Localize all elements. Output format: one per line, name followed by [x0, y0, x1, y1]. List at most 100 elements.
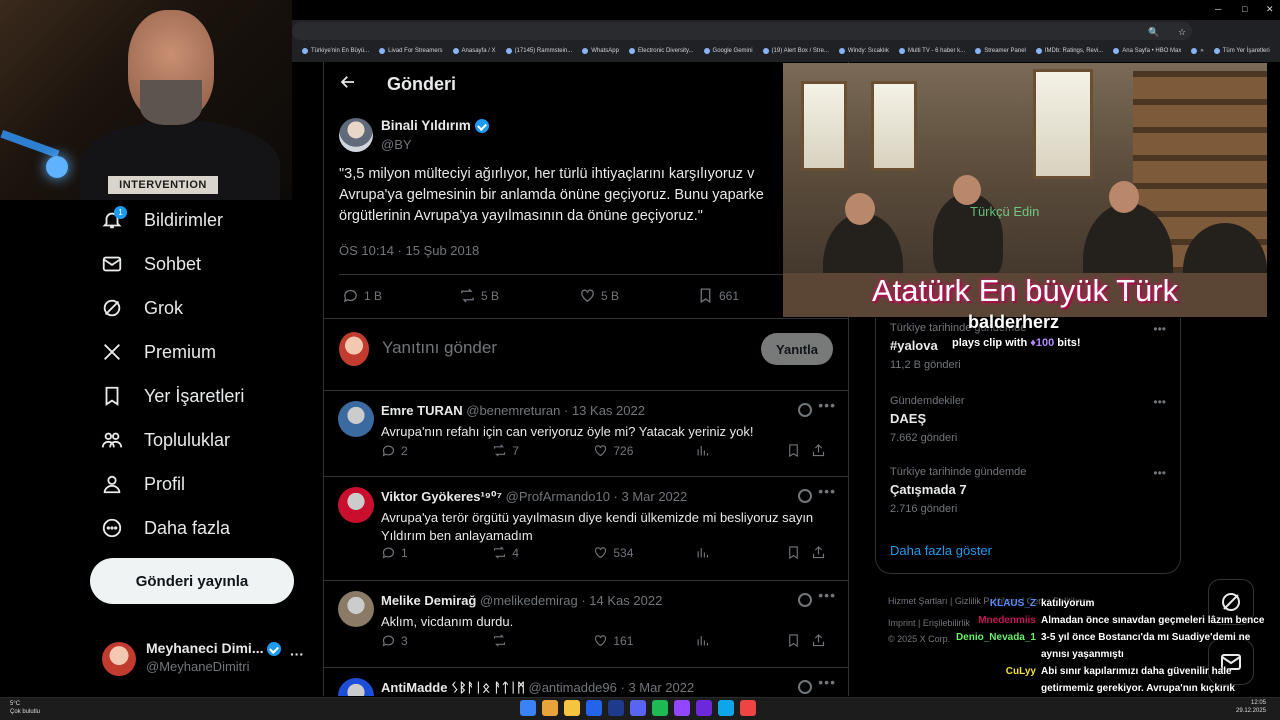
- bookmark-action[interactable]: [786, 633, 810, 648]
- reply-author-name[interactable]: Melike Demirağ: [381, 593, 476, 608]
- zoom-icon[interactable]: 🔍: [1148, 27, 1159, 38]
- reply-date[interactable]: 3 Mar 2022: [628, 680, 694, 695]
- trend-item[interactable]: Türkiye tarihinde gündemde Çatışmada 7 2.7…: [890, 466, 1170, 515]
- views-action[interactable]: [695, 545, 785, 560]
- reply-action[interactable]: 2: [381, 443, 491, 458]
- tweet-timestamp[interactable]: ÖS 10:14 · 15 Şub 2018: [339, 243, 479, 258]
- sidebar-item-daha-fazla[interactable]: Daha fazla: [100, 508, 230, 548]
- bookmark-item[interactable]: Anasayfa / X: [452, 48, 496, 54]
- chrome-icon[interactable]: [542, 700, 558, 716]
- chat-username[interactable]: CuLyy: [1006, 663, 1036, 680]
- reply-avatar[interactable]: [338, 591, 374, 627]
- bookmark-action[interactable]: [786, 443, 810, 458]
- share-action[interactable]: [811, 443, 831, 458]
- bookmark-item[interactable]: Streamer Panel: [975, 48, 1026, 54]
- store-icon[interactable]: [586, 700, 602, 716]
- reply-action[interactable]: 1: [381, 545, 491, 560]
- more-icon[interactable]: •••: [1153, 395, 1166, 409]
- bookmark-action[interactable]: 661: [697, 287, 739, 304]
- reply-input[interactable]: Yanıtını gönder: [382, 338, 497, 358]
- sidebar-item-yer-i̇şaretleri[interactable]: Yer İşaretleri: [100, 376, 244, 416]
- app-icon[interactable]: [718, 700, 734, 716]
- reply-author-handle[interactable]: @antimadde96: [529, 680, 617, 695]
- sidebar-item-topluluklar[interactable]: Topluluklar: [100, 420, 230, 460]
- sidebar-item-grok[interactable]: Grok: [100, 288, 183, 328]
- reply-action[interactable]: 1 B: [342, 287, 459, 304]
- reply-date[interactable]: 3 Mar 2022: [621, 489, 687, 504]
- reply-avatar[interactable]: [338, 487, 374, 523]
- trend-item[interactable]: Gündemdekiler DAEŞ 7.662 gönderi •••: [890, 395, 1170, 444]
- author-handle[interactable]: @BY: [381, 137, 412, 152]
- views-action[interactable]: [695, 443, 785, 458]
- repost-action[interactable]: 7: [492, 443, 592, 458]
- weather-widget[interactable]: 5°C Çok bulutlu: [10, 700, 40, 716]
- sidebar-item-profil[interactable]: Profil: [100, 464, 185, 504]
- more-icon[interactable]: •••: [1153, 466, 1166, 480]
- bookmark-item[interactable]: WhatsApp: [582, 48, 619, 54]
- reply-submit-button[interactable]: Yanıtla: [761, 333, 833, 365]
- more-icon[interactable]: •••: [818, 587, 836, 603]
- steam-icon[interactable]: [608, 700, 624, 716]
- bookmark-item[interactable]: (19) Alert Box / Stre...: [762, 48, 829, 54]
- bookmark-item[interactable]: Google Gemini: [703, 48, 753, 54]
- like-action[interactable]: 161: [593, 633, 693, 648]
- grok-icon[interactable]: [798, 680, 812, 694]
- app-icon[interactable]: [696, 700, 712, 716]
- chat-username[interactable]: Denio_Nevada_1: [956, 629, 1036, 646]
- repost-action[interactable]: 4: [492, 545, 592, 560]
- bookmark-item[interactable]: Türkiye'nin En Büyü...: [302, 48, 369, 54]
- twitch-icon[interactable]: [674, 700, 690, 716]
- bookmark-item[interactable]: (17145) Rammstein...: [505, 48, 572, 54]
- more-icon[interactable]: •••: [818, 674, 836, 690]
- minimize-icon[interactable]: ─: [1215, 4, 1221, 14]
- bookmark-item[interactable]: Livad For Streamers: [379, 48, 443, 54]
- author-avatar[interactable]: [339, 118, 373, 152]
- bookmark-item[interactable]: Windy: Sıcaklık: [838, 48, 889, 54]
- account-switcher[interactable]: Meyhaneci Dimi... @MeyhaneDimitri ···: [98, 636, 312, 680]
- reply-author-handle[interactable]: @melikedemirag: [480, 593, 578, 608]
- star-icon[interactable]: ☆: [1178, 27, 1186, 38]
- maximize-icon[interactable]: □: [1242, 4, 1247, 14]
- more-icon[interactable]: •••: [1153, 322, 1166, 336]
- repost-action[interactable]: [492, 633, 592, 648]
- discord-icon[interactable]: [630, 700, 646, 716]
- reply-post[interactable]: Emre TURAN @benemreturan · 13 Kas 2022 ••…: [324, 391, 848, 477]
- reply-avatar[interactable]: [338, 401, 374, 437]
- show-more-link[interactable]: Daha fazla göster: [890, 543, 992, 558]
- reply-post[interactable]: Viktor Gyökeres¹⁹⁰⁷ @ProfArmando10 · 3 M…: [324, 477, 848, 581]
- bookmark-item[interactable]: »: [1191, 48, 1204, 54]
- reply-date[interactable]: 13 Kas 2022: [572, 403, 645, 418]
- like-action[interactable]: 5 B: [579, 287, 697, 304]
- spotify-icon[interactable]: [652, 700, 668, 716]
- reply-post[interactable]: AntiMadde ᛊᛒᚨᛁᛟ ᚨᛏᛁᛗ @antimadde96 · 3 Ma…: [324, 668, 848, 696]
- reply-date[interactable]: 14 Kas 2022: [589, 593, 662, 608]
- close-icon[interactable]: ✕: [1266, 4, 1274, 15]
- account-more-icon[interactable]: ···: [290, 646, 304, 662]
- reply-author-name[interactable]: Viktor Gyökeres¹⁹⁰⁷: [381, 489, 502, 504]
- reply-author-name[interactable]: Emre TURAN: [381, 403, 463, 418]
- reply-author-handle[interactable]: @benemreturan: [466, 403, 560, 418]
- grok-icon[interactable]: [798, 403, 812, 417]
- grok-icon[interactable]: [798, 593, 812, 607]
- bookmark-action[interactable]: [786, 545, 810, 560]
- chat-username[interactable]: Mnedenmiis: [978, 612, 1036, 629]
- folder-icon[interactable]: [564, 700, 580, 716]
- sidebar-item-sohbet[interactable]: Sohbet: [100, 244, 201, 284]
- repost-action[interactable]: 5 B: [459, 287, 579, 304]
- reply-author-handle[interactable]: @ProfArmando10: [506, 489, 610, 504]
- like-action[interactable]: 726: [593, 443, 693, 458]
- start-icon[interactable]: [520, 700, 536, 716]
- reply-action[interactable]: 3: [381, 633, 491, 648]
- reply-avatar[interactable]: [338, 678, 374, 696]
- bookmark-item[interactable]: Multi TV - 6 haber k...: [898, 48, 965, 54]
- grok-icon[interactable]: [798, 489, 812, 503]
- share-action[interactable]: [811, 633, 831, 648]
- reply-author-name[interactable]: AntiMadde ᛊᛒᚨᛁᛟ ᚨᛏᛁᛗ: [381, 680, 525, 695]
- bookmark-item[interactable]: IMDb: Ratings, Revi...: [1035, 48, 1103, 54]
- post-button[interactable]: Gönderi yayınla: [90, 558, 294, 604]
- more-icon[interactable]: •••: [818, 483, 836, 499]
- back-arrow-icon[interactable]: [339, 73, 357, 96]
- reply-post[interactable]: Melike Demirağ @melikedemirag · 14 Kas 2…: [324, 581, 848, 668]
- sidebar-item-premium[interactable]: Premium: [100, 332, 216, 372]
- bookmark-item[interactable]: Tüm Yer İşaretleri: [1213, 48, 1270, 54]
